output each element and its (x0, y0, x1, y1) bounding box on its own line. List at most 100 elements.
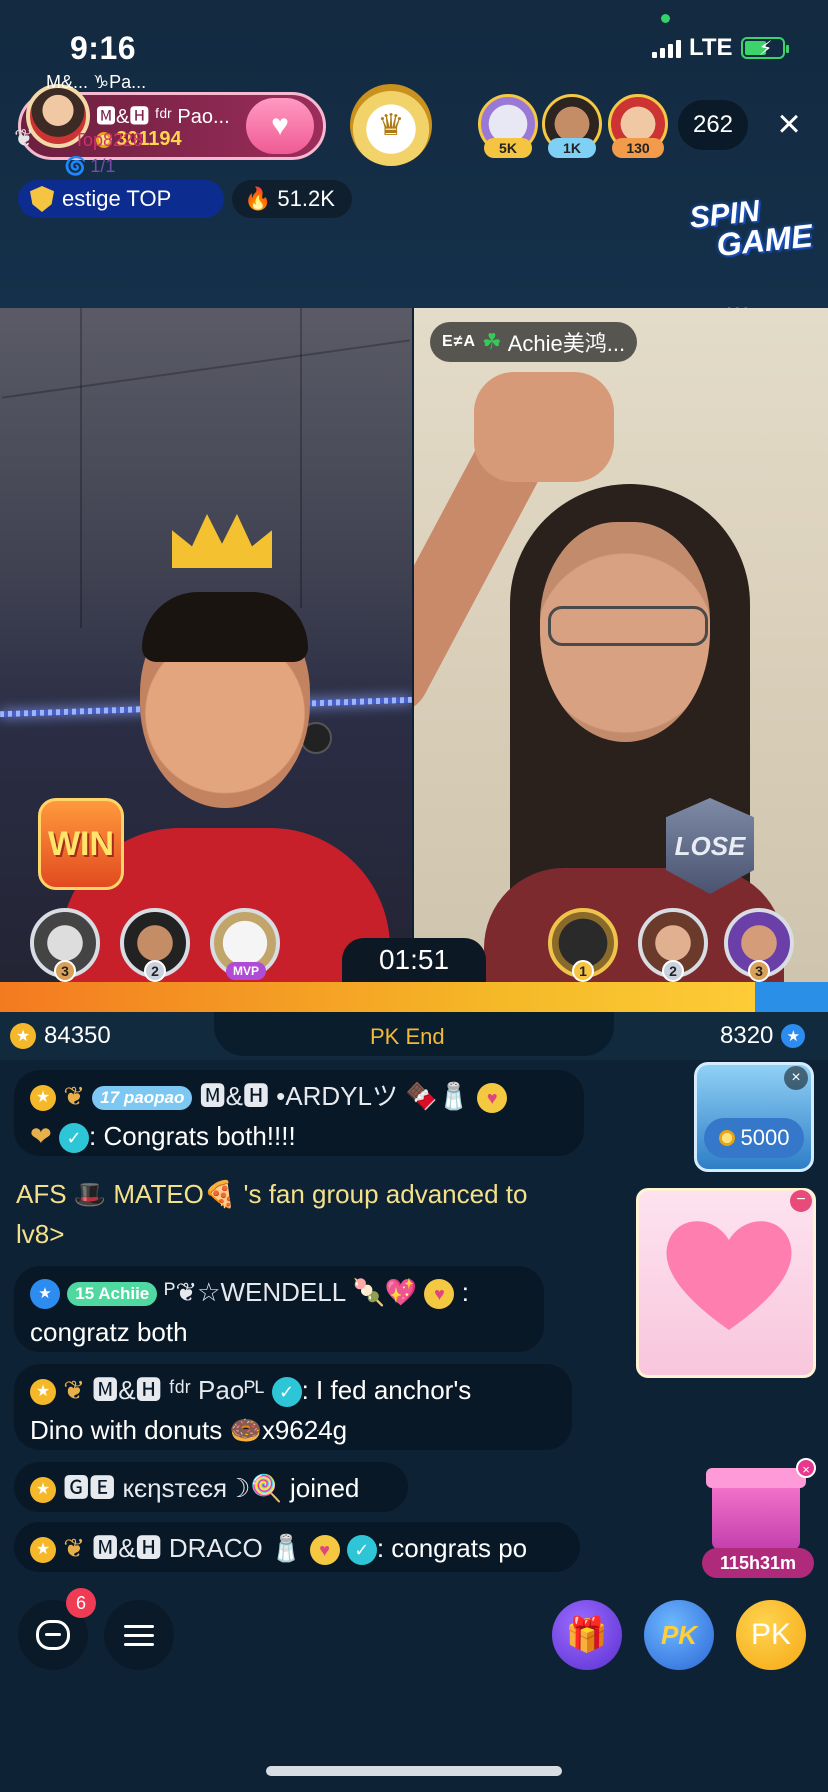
star-icon: ★ (781, 1024, 806, 1048)
follow-heart-button[interactable]: ♥ (246, 98, 314, 154)
star-badge-icon: ★ (30, 1279, 60, 1310)
heat-value: 51.2K (277, 186, 335, 211)
chat-bubble-icon (36, 1620, 70, 1650)
pk-status: PK End (370, 1024, 445, 1049)
left-host-video[interactable]: WIN (0, 308, 412, 982)
peace-sign-hand (474, 372, 614, 482)
collapse-icon[interactable]: − (790, 1190, 812, 1212)
left-rank-number-3: 3 (54, 960, 76, 982)
wings-badge-icon: ❦ (63, 1081, 86, 1111)
star-badge-icon: ★ (30, 1085, 56, 1112)
pk-progress-bar (0, 982, 828, 1012)
top-fan-card[interactable] (636, 1188, 816, 1378)
right-score-value: 8320 (720, 1022, 774, 1049)
right-rank-number-1: 1 (572, 960, 594, 982)
gift-icon: 🎁 (565, 1616, 609, 1654)
fan-tag-label: Achiie (98, 1284, 150, 1304)
chat-text: joined (290, 1473, 360, 1503)
chat-text: : Congrats both!!!! (89, 1121, 296, 1151)
menu-button[interactable] (104, 1600, 174, 1670)
heart-badge-icon: ♥ (477, 1083, 508, 1114)
chat-message-3[interactable]: ★ ❦ 🅼&🅷 ᶠᵈʳ Paoᴾᴸ ✓: I fed anchor's Dino… (14, 1364, 572, 1450)
opponent-name-mark: E≠A (442, 333, 477, 350)
chat-username[interactable]: 🅼&🅷 ᶠᵈʳ Paoᴾᴸ (92, 1375, 264, 1405)
wings-badge-icon: ❦ (63, 1375, 86, 1405)
chat-text-2: congratz both (30, 1317, 188, 1347)
gift-button[interactable]: 🎁 (552, 1600, 622, 1670)
star-badge-icon: ★ (30, 1537, 56, 1564)
spin-game-button[interactable]: SPIN GAME (688, 190, 815, 283)
status-icons: LTE ⚡ (652, 34, 789, 62)
candy-icon: 🍡💖 (352, 1277, 418, 1307)
verified-icon: ✓ (59, 1123, 90, 1154)
chocolate-icon: 🍫🧂 (405, 1081, 470, 1111)
chat-text: : (461, 1277, 469, 1307)
left-score: ★ 84350 (10, 1022, 111, 1050)
heat-badge[interactable]: 🔥 51.2K (232, 180, 352, 218)
chat-username[interactable]: 🅼&🅷 DRACO (92, 1533, 262, 1563)
wings-heart-icon: ❤ (30, 1121, 52, 1151)
prestige-top-badge[interactable]: estige TOP (18, 180, 224, 218)
gift-value-text: 5000 (740, 1125, 790, 1150)
swirl-icon: 🌀 (64, 156, 87, 176)
home-indicator[interactable] (266, 1766, 562, 1776)
fan-tag: 15 Achiie (67, 1282, 158, 1307)
viewer-count[interactable]: 262 (678, 100, 748, 150)
top-card-label: Top8228 (74, 130, 144, 150)
left-score-value: 84350 (44, 1022, 111, 1049)
salt-icon: 🧂 (269, 1533, 303, 1563)
fan-tag-label: paopao (123, 1088, 185, 1108)
heart-badge-icon: ♥ (424, 1279, 455, 1310)
top-viewer-badge-3: 130 (612, 138, 664, 158)
pk-timer: 01:51 (342, 938, 486, 982)
chat-username[interactable]: 🅼&🅷 •ARDYLツ (200, 1081, 398, 1111)
right-score: 8320 ★ (720, 1022, 806, 1050)
system-fan-group-message: AFS 🎩 MATEO🍕 's fan group advanced to lv… (16, 1179, 528, 1249)
chat-message-1[interactable]: ★ ❦ 17 paopao 🅼&🅷 •ARDYLツ 🍫🧂 ♥ ❤ ✓: Cong… (14, 1070, 584, 1156)
chat-username[interactable]: ᴾ❦☆WENDELL (165, 1277, 346, 1307)
privacy-indicator-dot (661, 14, 670, 23)
chat-message-5[interactable]: ★ ❦ 🅼&🅷 DRACO 🧂 ♥ ✓: congrats po (14, 1522, 580, 1572)
host-name: 🅼&🅷 ᶠᵈʳ Pao... (96, 106, 230, 128)
crown-icon (172, 514, 272, 568)
close-icon[interactable]: × (784, 1066, 808, 1090)
shield-icon (30, 186, 54, 212)
spin-game-line2: GAME (714, 217, 815, 264)
verified-icon: ✓ (271, 1377, 302, 1408)
chat-message-4[interactable]: ★ 🅶🅴 кєηsтєєя☽🍭 joined (14, 1462, 408, 1512)
glasses (548, 606, 708, 646)
status-time: 9:16 (70, 30, 137, 66)
right-host-video[interactable]: LOSE (414, 308, 828, 982)
top-viewer-badge-2: 1K (548, 138, 596, 158)
opponent-name: Achie美鸿... (507, 331, 626, 356)
top-viewer-badge-1: 5K (484, 138, 532, 158)
close-button[interactable]: × (768, 104, 810, 146)
opponent-name-tag[interactable]: E≠A ☘ Achie美鸿... (430, 322, 638, 362)
chat-text-2: Dino with donuts 🍩x9624g (30, 1415, 348, 1445)
crown-lion-badge-icon[interactable]: ♛ (350, 84, 432, 166)
top-card-count-value: 1/1 (90, 156, 116, 176)
star-badge-icon: ★ (30, 1379, 56, 1406)
star-icon: ★ (10, 1023, 36, 1049)
pk-button[interactable]: PK (736, 1600, 806, 1670)
close-icon[interactable]: × (796, 1458, 816, 1478)
notification-badge: 6 (66, 1588, 96, 1618)
wings-badge-icon: ❦ (63, 1533, 86, 1563)
gift-box-timer: 115h31m (702, 1548, 814, 1578)
signal-icon (652, 38, 681, 58)
top-card-names: M&... ♑Pa... (46, 72, 147, 92)
win-badge: WIN (38, 798, 124, 890)
battery-charging-icon: ⚡ (740, 37, 789, 60)
left-rank-number-2: 2 (144, 960, 166, 982)
chat-message-2[interactable]: ★ 15 Achiie ᴾ❦☆WENDELL 🍡💖 ♥ : congratz b… (14, 1266, 544, 1352)
chat-text: : congrats po (376, 1533, 528, 1563)
laurel-wreath-icon: ❦ (14, 125, 35, 152)
hamburger-icon (124, 1624, 154, 1646)
right-rank-number-3: 3 (748, 960, 770, 982)
pk-shield-button[interactable]: PK (644, 1600, 714, 1670)
flame-icon: 🔥 (244, 186, 272, 211)
clover-icon: ☘ (482, 329, 502, 354)
prestige-label: estige TOP (62, 186, 172, 211)
top-card-count: 🌀 1/1 (64, 156, 115, 177)
chat-username[interactable]: 🅶🅴 кєηsтєєя☽🍭 (63, 1473, 283, 1503)
